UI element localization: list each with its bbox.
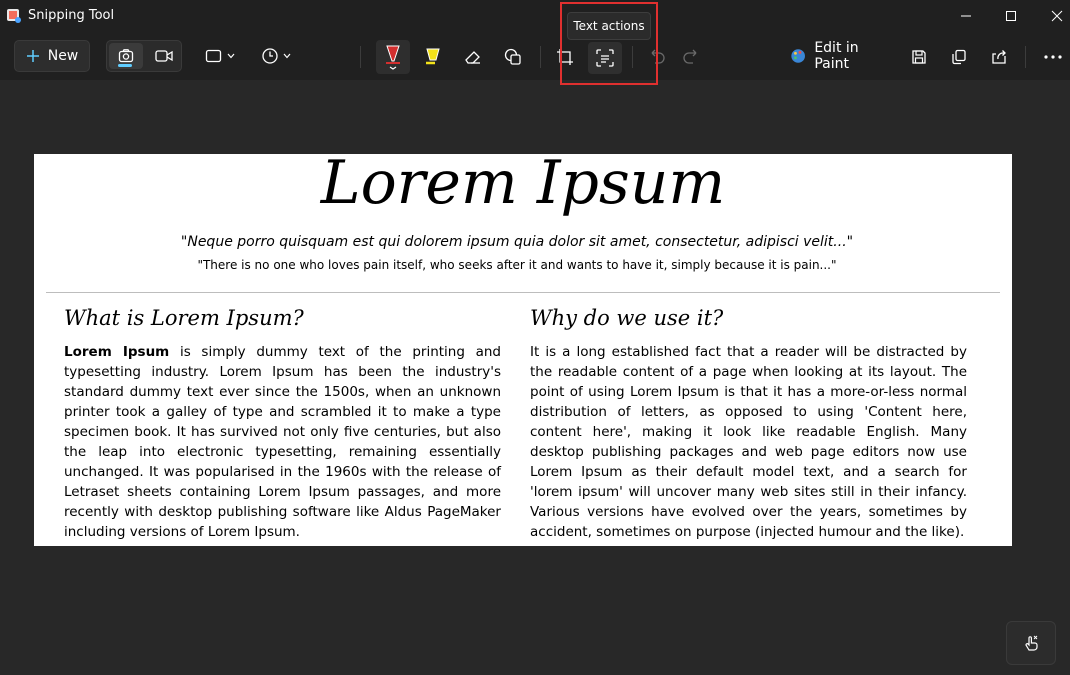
camera-icon xyxy=(118,49,134,63)
share-button[interactable] xyxy=(986,44,1012,70)
new-snip-button[interactable]: New xyxy=(14,40,90,72)
undo-button[interactable] xyxy=(644,44,670,70)
copy-icon xyxy=(952,49,966,65)
document-title: Lorem Ipsum xyxy=(320,154,726,218)
video-mode-button[interactable] xyxy=(147,43,181,69)
touch-writing-button[interactable] xyxy=(1006,621,1056,665)
close-button[interactable] xyxy=(1034,0,1070,32)
horizontal-rule xyxy=(46,292,1000,293)
shapes-button[interactable] xyxy=(500,44,526,70)
toolbar-divider xyxy=(540,46,541,68)
toolbar-divider xyxy=(1025,46,1026,68)
snip-shape-dropdown[interactable] xyxy=(200,44,240,68)
right-column-heading: Why do we use it? xyxy=(530,306,724,330)
delay-dropdown[interactable] xyxy=(256,44,296,68)
undo-icon xyxy=(651,49,665,64)
minimize-icon xyxy=(961,15,971,17)
active-mode-indicator xyxy=(118,64,132,67)
captured-snip-canvas[interactable]: Lorem Ipsum "Neque porro quisquam est qu… xyxy=(34,154,1012,546)
shapes-icon xyxy=(504,48,521,65)
minimize-button[interactable] xyxy=(943,0,989,32)
redo-button[interactable] xyxy=(678,44,704,70)
crop-icon xyxy=(557,49,573,65)
new-button-label: New xyxy=(47,48,79,64)
copy-button[interactable] xyxy=(946,44,972,70)
left-column-bold-lead: Lorem Ipsum xyxy=(64,344,170,360)
save-button[interactable] xyxy=(906,44,932,70)
edit-in-paint-button[interactable]: Edit in Paint xyxy=(790,40,890,72)
ballpoint-pen-button[interactable] xyxy=(376,40,410,74)
text-actions-icon xyxy=(596,49,614,67)
save-icon xyxy=(912,50,926,64)
share-icon xyxy=(992,50,1006,64)
plus-icon xyxy=(26,50,39,62)
capture-mode-toggle xyxy=(106,40,182,72)
toolbar: New Edit in Paint xyxy=(0,32,1070,80)
clock-icon xyxy=(262,48,278,64)
snipping-tool-app-icon xyxy=(7,9,21,23)
maximize-icon xyxy=(1006,11,1016,21)
text-actions-tooltip: Text actions xyxy=(567,12,651,40)
rectangle-snip-icon xyxy=(205,49,222,63)
toolbar-divider xyxy=(360,46,361,68)
left-column-heading: What is Lorem Ipsum? xyxy=(64,306,304,330)
ballpoint-pen-icon xyxy=(386,45,400,70)
left-column-paragraph: Lorem Ipsum is simply dummy text of the … xyxy=(64,342,501,542)
crop-button[interactable] xyxy=(552,44,578,70)
toolbar-divider xyxy=(632,46,633,68)
paint-palette-icon xyxy=(791,49,805,63)
chevron-down-icon xyxy=(227,53,235,59)
left-column-body: is simply dummy text of the printing and… xyxy=(64,344,501,540)
redo-icon xyxy=(683,49,697,64)
chevron-down-icon xyxy=(283,53,291,59)
title-bar: Snipping Tool xyxy=(0,0,1070,32)
video-camera-icon xyxy=(155,50,173,62)
eraser-button[interactable] xyxy=(460,44,486,70)
more-horizontal-icon xyxy=(1044,55,1062,59)
maximize-button[interactable] xyxy=(988,0,1034,32)
touch-hand-icon xyxy=(1025,635,1038,651)
latin-quote: "Neque porro quisquam est qui dolorem ip… xyxy=(180,234,854,250)
window-title: Snipping Tool xyxy=(28,8,115,23)
close-icon xyxy=(1051,10,1063,22)
english-quote: "There is no one who loves pain itself, … xyxy=(197,258,837,272)
more-options-button[interactable] xyxy=(1040,44,1066,70)
right-column-paragraph: It is a long established fact that a rea… xyxy=(530,344,967,540)
edit-in-paint-label: Edit in Paint xyxy=(814,40,859,72)
highlighter-icon xyxy=(426,48,440,65)
eraser-icon xyxy=(465,51,480,64)
text-actions-button[interactable] xyxy=(588,42,622,74)
highlighter-button[interactable] xyxy=(420,44,446,70)
